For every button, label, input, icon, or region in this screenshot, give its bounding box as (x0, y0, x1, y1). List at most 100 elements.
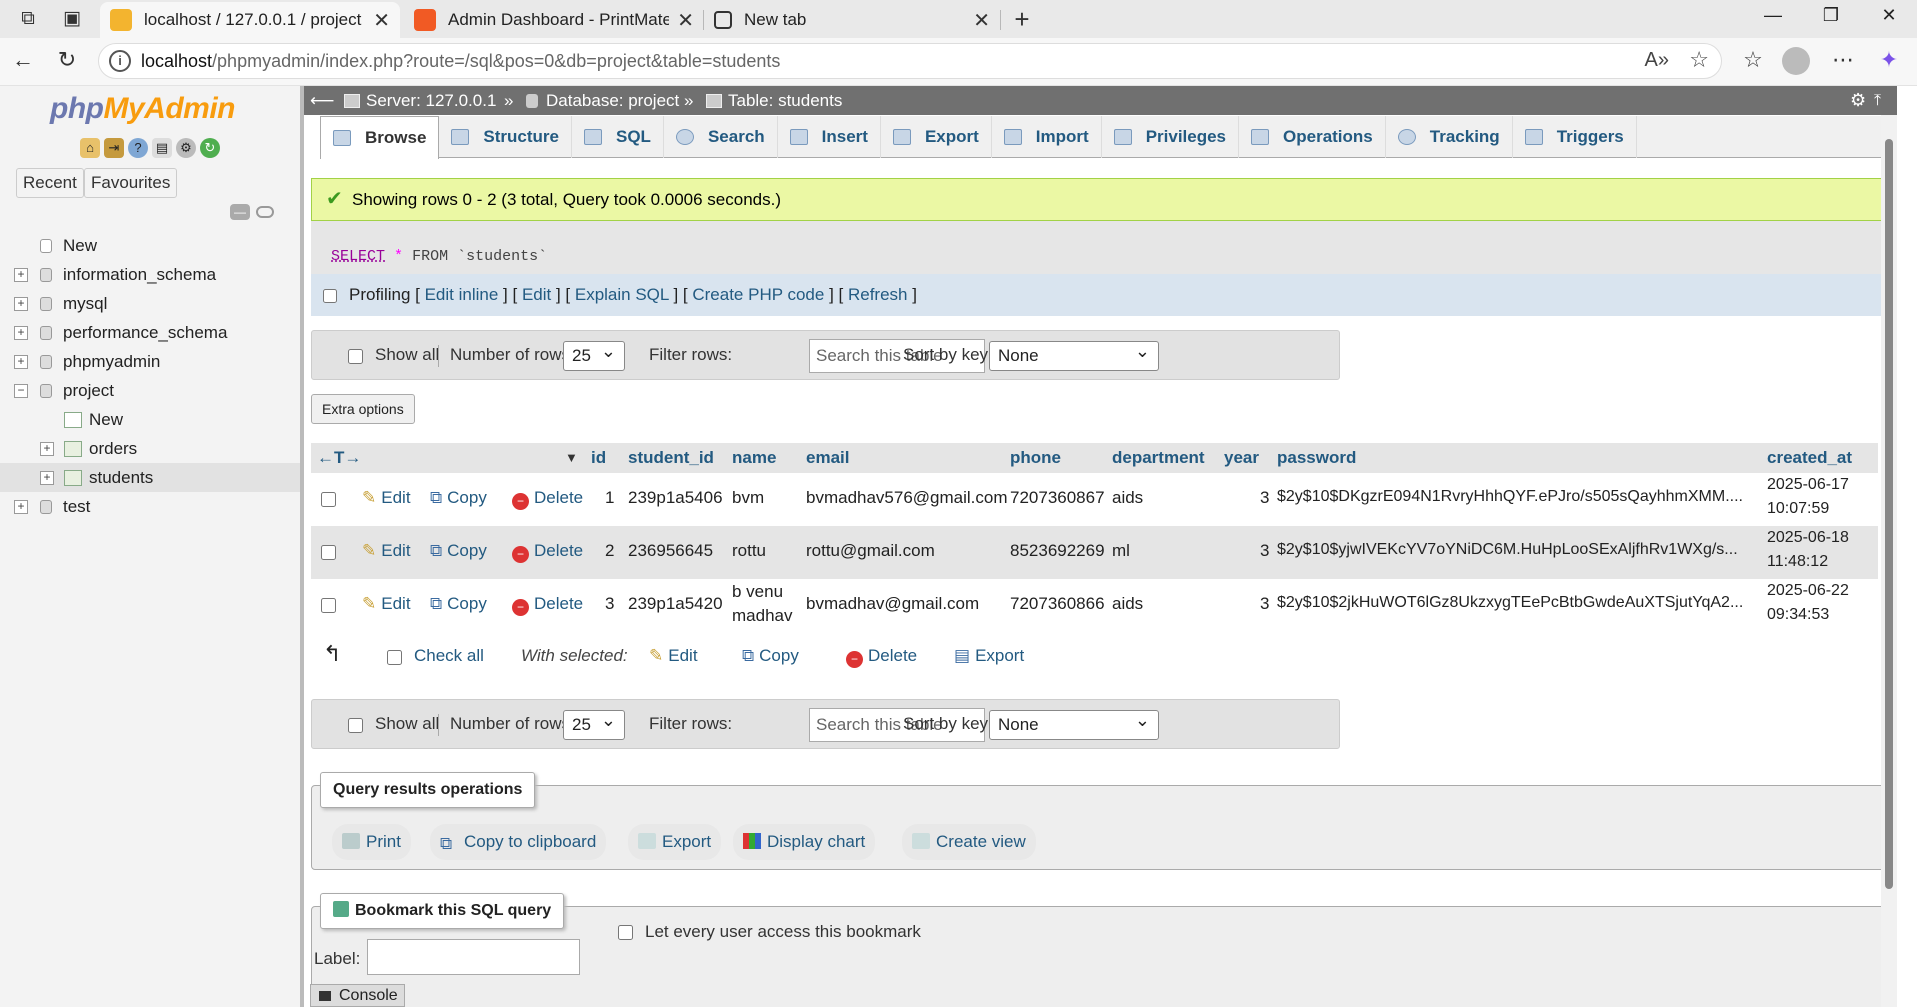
tab-operations[interactable]: Operations (1239, 116, 1386, 158)
bulk-export-button[interactable]: ▤ Export (954, 646, 1024, 666)
console-toggle[interactable]: Console (310, 984, 405, 1007)
tree-item-orders[interactable]: + orders (0, 434, 300, 463)
cell-year[interactable]: 3 (1260, 594, 1269, 614)
browser-tab-phpmyadmin[interactable]: localhost / 127.0.0.1 / project / studen… (100, 2, 400, 38)
check-all-link[interactable]: Check all (414, 646, 484, 666)
row-delete-link[interactable]: − Delete (512, 488, 583, 510)
cell-department[interactable]: ml (1112, 541, 1130, 561)
copy-to-clipboard-button[interactable]: ⧉ Copy to clipboard (430, 824, 607, 860)
row-delete-link[interactable]: − Delete (512, 541, 583, 563)
settings-gear-icon[interactable]: ⚙ (176, 138, 196, 158)
bulk-copy-button[interactable]: ⧉ Copy (742, 646, 799, 666)
close-tab-icon[interactable]: ✕ (677, 8, 694, 33)
profiling-checkbox[interactable] (323, 288, 337, 303)
cell-student-id[interactable]: 239p1a5406 (628, 488, 723, 508)
column-header-created-at[interactable]: created_at (1767, 443, 1852, 473)
cell-name-line2[interactable]: madhav (732, 606, 792, 626)
expand-icon[interactable]: + (14, 355, 28, 369)
expand-icon[interactable]: + (14, 268, 28, 282)
help-icon[interactable]: ? (128, 138, 148, 158)
vertical-tabs-icon[interactable]: ▣ (58, 6, 86, 32)
tab-search[interactable]: Search (664, 116, 778, 158)
table-row[interactable]: ✎ Edit ⧉ Copy − Delete 2 236956645 rottu ro… (311, 526, 1878, 579)
cell-email[interactable]: bvmadhav576@gmail.com (806, 488, 1008, 508)
home-icon[interactable]: ⌂ (80, 138, 100, 158)
address-bar[interactable]: i localhost/phpmyadmin/index.php?route=/… (98, 43, 1722, 79)
browser-tab-newtab[interactable]: New tab ✕ (704, 2, 1000, 38)
more-menu-icon[interactable]: ⋯ (1828, 47, 1858, 73)
column-header-name[interactable]: name (732, 443, 776, 473)
row-copy-link[interactable]: ⧉ Copy (430, 594, 487, 614)
edit-inline-link[interactable]: Edit inline (425, 285, 499, 304)
row-copy-link[interactable]: ⧉ Copy (430, 488, 487, 508)
site-info-icon[interactable]: i (109, 50, 131, 72)
cell-phone[interactable]: 7207360867 (1010, 488, 1105, 508)
expand-icon[interactable]: + (40, 471, 54, 485)
row-checkbox[interactable] (321, 492, 336, 507)
row-delete-link[interactable]: − Delete (512, 594, 583, 616)
bulk-delete-button[interactable]: − Delete (846, 646, 917, 668)
phpmyadmin-logo[interactable]: phpMyAdmin (50, 92, 235, 126)
cell-created-time[interactable]: 11:48:12 (1767, 553, 1828, 571)
cell-email[interactable]: bvmadhav@gmail.com (806, 594, 979, 614)
column-header-password[interactable]: password (1277, 443, 1356, 473)
recent-button[interactable]: Recent (16, 168, 84, 198)
column-resize-icon[interactable]: ←T→ (317, 443, 361, 473)
cell-created-date[interactable]: 2025-06-18 (1767, 529, 1849, 547)
cell-id[interactable]: 1 (605, 488, 614, 508)
cell-created-time[interactable]: 09:34:53 (1767, 606, 1829, 624)
row-checkbox[interactable] (321, 598, 336, 613)
extra-options-button[interactable]: Extra options (311, 394, 415, 424)
row-copy-link[interactable]: ⧉ Copy (430, 541, 487, 561)
column-header-department[interactable]: department (1112, 443, 1205, 473)
scrollbar-thumb[interactable] (1885, 139, 1893, 889)
column-visibility-dropdown-icon[interactable]: ▼ (565, 443, 578, 473)
print-button[interactable]: Print (332, 824, 411, 860)
tree-item-mysql[interactable]: + mysql (0, 289, 300, 318)
display-chart-button[interactable]: Display chart (733, 824, 876, 860)
window-close-icon[interactable]: ✕ (1861, 0, 1917, 30)
collapse-sidebar-icon[interactable]: ⟵ (310, 86, 334, 115)
column-header-phone[interactable]: phone (1010, 443, 1061, 473)
number-of-rows-select[interactable]: 25 (563, 337, 625, 371)
cell-name[interactable]: rottu (732, 541, 766, 561)
tree-item-project-new[interactable]: New (0, 405, 300, 434)
cell-password[interactable]: $2y$10$yjwIVEKcYV7oYNiDC6M.HuHpLooSExAlj… (1277, 541, 1757, 559)
create-view-button[interactable]: Create view (902, 824, 1036, 860)
breadcrumb-table[interactable]: Table: students (728, 86, 842, 115)
new-tab-plus-icon[interactable]: + (1008, 6, 1036, 32)
cell-year[interactable]: 3 (1260, 541, 1269, 561)
cell-created-time[interactable]: 10:07:59 (1767, 500, 1829, 518)
edit-query-link[interactable]: Edit (522, 285, 551, 304)
export-results-button[interactable]: Export (628, 824, 722, 860)
read-aloud-icon[interactable]: A» (1645, 49, 1669, 72)
favorites-list-icon[interactable]: ☆ (1738, 47, 1768, 73)
collapse-all-icon[interactable]: — (230, 204, 250, 220)
cell-created-date[interactable]: 2025-06-17 (1767, 476, 1849, 494)
breadcrumb-database[interactable]: Database: project (546, 86, 679, 115)
collapse-icon[interactable]: − (14, 384, 28, 398)
reload-icon[interactable]: ↻ (52, 47, 82, 73)
number-of-rows-select[interactable]: 25 (563, 706, 625, 740)
expand-icon[interactable]: + (14, 500, 28, 514)
cell-phone[interactable]: 7207360866 (1010, 594, 1105, 614)
row-edit-link[interactable]: ✎ Edit (362, 594, 411, 614)
cell-phone[interactable]: 8523692269 (1010, 541, 1105, 561)
expand-icon[interactable]: + (14, 326, 28, 340)
tree-item-phpmyadmin[interactable]: + phpmyadmin (0, 347, 300, 376)
table-row[interactable]: ✎ Edit ⧉ Copy − Delete 1 239p1a5406 bvm bvm… (311, 473, 1878, 526)
back-arrow-icon[interactable]: ← (8, 47, 38, 73)
tab-import[interactable]: Import (992, 116, 1102, 158)
tab-triggers[interactable]: Triggers (1513, 116, 1637, 158)
sort-by-key-select[interactable]: None (989, 337, 1159, 371)
bookmark-label-input[interactable] (367, 939, 580, 975)
table-row[interactable]: ✎ Edit ⧉ Copy − Delete 3 239p1a5420 b venu … (311, 579, 1878, 632)
tab-privileges[interactable]: Privileges (1102, 116, 1240, 158)
column-header-id[interactable]: id (591, 443, 606, 473)
explain-sql-link[interactable]: Explain SQL (575, 285, 669, 304)
refresh-nav-icon[interactable]: ↻ (200, 138, 220, 158)
minimize-icon[interactable]: — (1745, 0, 1801, 30)
cell-student-id[interactable]: 236956645 (628, 541, 713, 561)
tab-export[interactable]: Export (881, 116, 992, 158)
cell-name[interactable]: b venu (732, 582, 783, 602)
